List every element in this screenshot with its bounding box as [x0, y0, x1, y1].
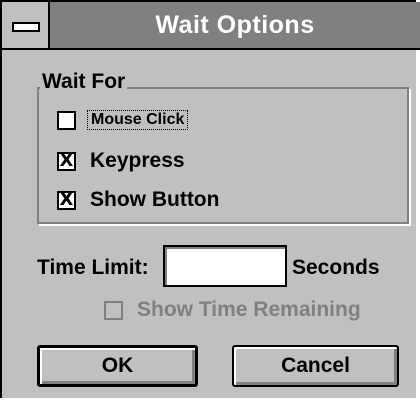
- mouse-click-checkbox[interactable]: [57, 110, 76, 130]
- check-mark-icon: X: [59, 150, 74, 171]
- wait-for-group-label: Wait For: [40, 70, 128, 94]
- time-limit-input[interactable]: [163, 245, 287, 287]
- show-time-remaining-label: Show Time Remaining: [137, 298, 361, 321]
- show-button-checkbox[interactable]: X: [57, 189, 76, 210]
- focus-indicator: Mouse Click: [87, 110, 189, 130]
- time-limit-label: Time Limit:: [37, 256, 149, 279]
- keypress-label: Keypress: [90, 149, 185, 172]
- system-menu-button[interactable]: [2, 2, 50, 48]
- check-mark-icon: X: [59, 189, 74, 210]
- ok-button[interactable]: OK: [37, 345, 198, 387]
- cancel-button[interactable]: Cancel: [232, 345, 399, 387]
- system-menu-icon: [12, 22, 40, 32]
- show-button-option[interactable]: X Show Button: [57, 186, 219, 214]
- show-time-remaining-checkbox: [104, 300, 123, 320]
- title-bar: Wait Options: [2, 2, 420, 50]
- show-time-remaining-option: Show Time Remaining: [104, 296, 361, 324]
- seconds-label: Seconds: [292, 256, 380, 279]
- keypress-checkbox[interactable]: X: [57, 150, 76, 171]
- mouse-click-option[interactable]: Mouse Click: [57, 106, 189, 134]
- dialog-title: Wait Options: [155, 11, 315, 39]
- mouse-click-label: Mouse Click: [91, 111, 185, 128]
- keypress-option[interactable]: X Keypress: [57, 147, 185, 175]
- show-button-label: Show Button: [90, 188, 220, 211]
